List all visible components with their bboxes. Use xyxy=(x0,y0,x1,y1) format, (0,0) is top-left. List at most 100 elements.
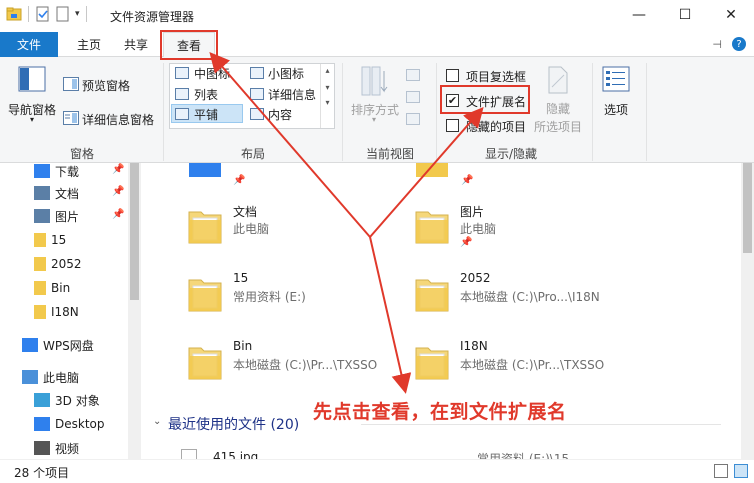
layout-small-icons[interactable]: 小图标 xyxy=(268,65,304,82)
nav-item[interactable]: 2052 xyxy=(34,253,82,275)
item-checkboxes-label[interactable]: 项目复选框 xyxy=(466,68,526,85)
pin-icon: 📌 xyxy=(112,164,125,175)
tile-location: 常用资料 (E:) xyxy=(233,290,306,304)
preview-pane-button[interactable]: 预览窗格 xyxy=(82,77,130,94)
folder-icon xyxy=(34,257,46,271)
nav-item[interactable]: 文档 xyxy=(34,182,79,204)
status-bar: 28 个项目 xyxy=(0,459,754,483)
large-icons-view-icon[interactable] xyxy=(734,464,748,478)
nav-item[interactable]: 15 xyxy=(34,229,66,251)
folder-icon[interactable] xyxy=(187,342,223,382)
nav-item[interactable]: 此电脑 xyxy=(22,366,79,388)
layout-list[interactable]: 列表 xyxy=(194,86,218,103)
pin-ribbon-icon[interactable]: ⊣ xyxy=(712,38,722,51)
folder-icon[interactable] xyxy=(187,206,223,246)
details-pane-button[interactable]: 详细信息窗格 xyxy=(82,111,154,128)
nav-item-label: 此电脑 xyxy=(43,370,80,385)
nav-item[interactable]: Bin xyxy=(34,277,70,299)
tile-location: 本地磁盘 (C:)\Pro...\I18N xyxy=(460,290,600,304)
nav-item[interactable]: 视频 xyxy=(34,437,79,459)
nav-pane-scroll-thumb[interactable] xyxy=(130,163,139,300)
medium-icons-icon xyxy=(175,67,189,79)
recent-collapse-chevron-icon[interactable]: ⌄ xyxy=(153,416,161,427)
nav-item[interactable]: WPS网盘 xyxy=(22,334,94,356)
hidden-items-label[interactable]: 隐藏的项目 xyxy=(466,118,526,135)
hide-selected-line2[interactable]: 所选项目 xyxy=(534,118,582,135)
layout-details[interactable]: 详细信息 xyxy=(268,86,316,103)
nav-item[interactable]: 3D 对象 xyxy=(34,389,100,411)
sort-by-dropdown-icon[interactable]: ▾ xyxy=(372,115,376,124)
hidden-items-checkbox[interactable] xyxy=(446,119,459,132)
document-icon xyxy=(34,186,50,200)
section-divider xyxy=(361,424,721,425)
layout-tiles[interactable]: 平铺 xyxy=(194,106,218,123)
tab-share[interactable]: 共享 xyxy=(112,32,160,57)
hide-selected-icon xyxy=(548,66,568,94)
tile-name[interactable]: Bin xyxy=(233,339,252,353)
options-button[interactable]: 选项 xyxy=(604,101,628,118)
tab-file[interactable]: 文件 xyxy=(0,32,58,57)
group-label-layout: 布局 xyxy=(241,147,266,161)
folder-icon[interactable] xyxy=(187,274,223,314)
options-icon xyxy=(602,66,630,92)
group-separator xyxy=(646,63,647,161)
folder-icon[interactable] xyxy=(414,206,450,246)
tile-location: 此电脑 xyxy=(233,222,270,236)
pin-icon: 📌 xyxy=(233,175,246,186)
minimize-button[interactable]: — xyxy=(616,0,662,30)
layout-content[interactable]: 内容 xyxy=(268,106,292,123)
item-checkboxes-checkbox[interactable] xyxy=(446,69,459,82)
nav-item[interactable]: 下载 xyxy=(34,163,79,182)
nav-item[interactable]: I18N xyxy=(34,301,79,323)
toolbar-separator xyxy=(28,6,29,22)
group-by-icon[interactable] xyxy=(406,69,420,81)
nav-item-label: 3D 对象 xyxy=(55,393,100,408)
tile-name[interactable]: 15 xyxy=(233,271,248,285)
image-file-icon[interactable] xyxy=(181,449,197,459)
download-folder-icon[interactable] xyxy=(414,163,450,193)
title-bar: ▾ 文件资源管理器 — ☐ ✕ xyxy=(0,0,754,32)
item-count: 28 个项目 xyxy=(14,466,70,480)
close-button[interactable]: ✕ xyxy=(708,0,754,30)
content-scroll-thumb[interactable] xyxy=(743,163,752,253)
recent-file-name[interactable]: 415.jpg xyxy=(213,450,258,459)
computer-icon xyxy=(22,370,38,384)
maximize-button[interactable]: ☐ xyxy=(662,0,708,30)
tab-home[interactable]: 主页 xyxy=(64,32,114,57)
nav-pane-dropdown-icon[interactable]: ▾ xyxy=(30,115,34,124)
desktop-folder-icon[interactable] xyxy=(187,163,223,193)
layout-gallery-scroll[interactable]: ▴ ▾ ▾ xyxy=(320,64,334,128)
highlight-view-tab xyxy=(160,30,218,60)
nav-item[interactable]: 图片 xyxy=(34,205,79,227)
folder-icon[interactable] xyxy=(414,342,450,382)
details-view-icon[interactable] xyxy=(714,464,728,478)
size-columns-icon[interactable] xyxy=(406,113,420,125)
layout-medium-icons[interactable]: 中图标 xyxy=(194,65,230,82)
add-columns-icon[interactable] xyxy=(406,91,420,103)
nav-item-label: 图片 xyxy=(55,209,80,224)
nav-item[interactable]: Desktop xyxy=(34,413,105,435)
tile-name[interactable]: 图片 xyxy=(460,203,484,220)
properties-icon[interactable] xyxy=(35,6,51,22)
nav-item-label: 下载 xyxy=(55,164,80,179)
group-label-current-view: 当前视图 xyxy=(366,147,415,161)
folder-icon xyxy=(34,281,46,295)
video-icon xyxy=(34,441,50,455)
help-icon[interactable]: ? xyxy=(732,37,746,51)
tile-name[interactable]: I18N xyxy=(460,339,488,353)
group-separator xyxy=(592,63,593,161)
desktop-icon xyxy=(34,417,50,431)
highlight-file-extensions xyxy=(440,85,530,114)
preview-pane-icon xyxy=(63,77,79,91)
tiles-icon xyxy=(175,108,189,120)
nav-item-label: 视频 xyxy=(55,441,80,456)
folder-icon[interactable] xyxy=(414,274,450,314)
customize-toolbar-chevron-icon[interactable]: ▾ xyxy=(75,9,80,19)
new-folder-icon[interactable] xyxy=(55,6,71,22)
tile-name[interactable]: 2052 xyxy=(460,271,491,285)
hide-selected-line1[interactable]: 隐藏 xyxy=(546,100,570,117)
picture-icon xyxy=(34,209,50,223)
recent-files-header[interactable]: 最近使用的文件 (20) xyxy=(168,414,299,434)
folder-icon xyxy=(34,233,46,247)
tile-name[interactable]: 文档 xyxy=(233,203,257,220)
